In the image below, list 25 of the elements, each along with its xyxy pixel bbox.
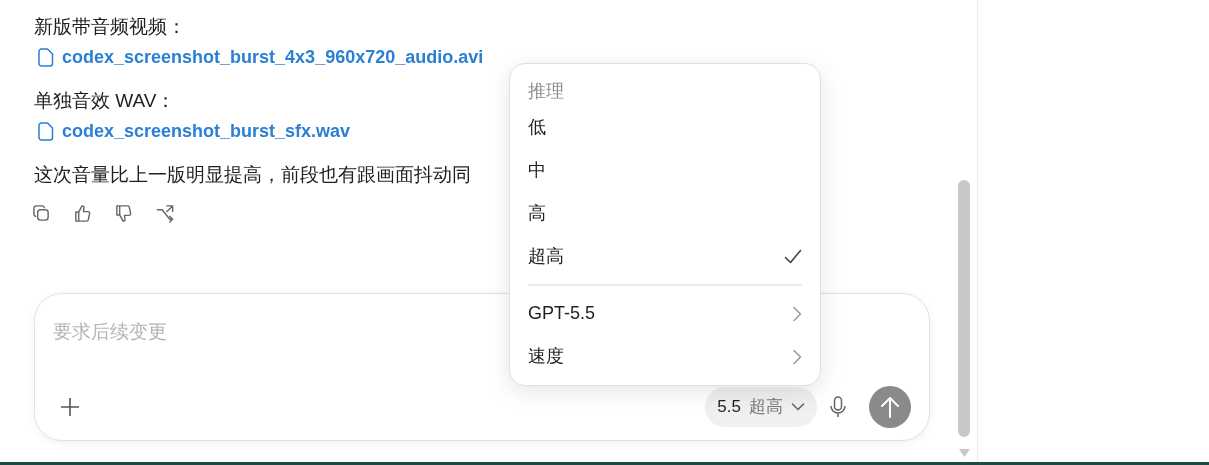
menu-option[interactable]: 超高: [518, 235, 812, 278]
chevron-down-icon: [791, 402, 805, 412]
thumbs-up-icon[interactable]: [73, 204, 92, 223]
menu-option[interactable]: 低: [518, 106, 812, 149]
section-label: 单独音效 WAV：: [34, 89, 176, 113]
copy-icon[interactable]: [32, 204, 51, 223]
chevron-right-icon: [792, 348, 802, 365]
microphone-icon[interactable]: [829, 396, 847, 418]
send-button[interactable]: [869, 386, 911, 428]
file-icon: [38, 121, 54, 141]
branch-arrow-icon[interactable]: [155, 204, 175, 223]
thumbs-down-icon[interactable]: [114, 204, 133, 223]
message-text: 这次音量比上一版明显提高，前段也有跟画面抖动同: [34, 163, 471, 187]
chevron-right-icon: [792, 305, 802, 322]
model-selector[interactable]: 5.5 超高: [705, 387, 817, 427]
section-label: 新版带音频视频：: [34, 15, 186, 39]
plus-icon[interactable]: [59, 396, 81, 418]
file-icon: [38, 47, 54, 67]
file-link[interactable]: codex_screenshot_burst_4x3_960x720_audio.avi: [62, 43, 484, 71]
menu-option[interactable]: 高: [518, 192, 812, 235]
file-link[interactable]: codex_screenshot_burst_sfx.wav: [62, 117, 351, 145]
menu-option[interactable]: 中: [518, 149, 812, 192]
menu-header: 推理: [527, 80, 565, 103]
scrollbar-thumb[interactable]: [958, 180, 970, 437]
arrow-up-icon: [880, 396, 900, 418]
